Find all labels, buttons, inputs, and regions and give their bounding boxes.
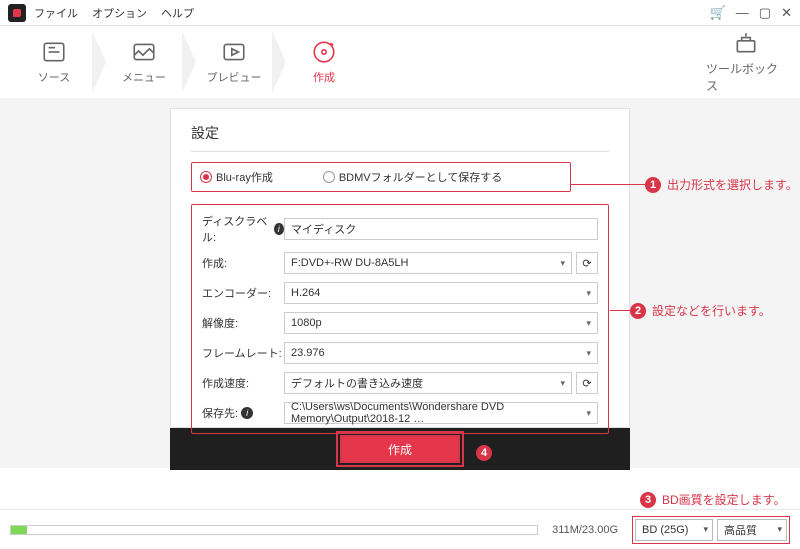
step-nav: ソース メニュー プレビュー 作成 ツールボックス xyxy=(0,26,800,98)
menu-help[interactable]: ヘルプ xyxy=(161,5,194,21)
encoder-select[interactable]: H.264 xyxy=(284,282,598,304)
radio-icon xyxy=(200,171,212,183)
settings-panel: 設定 Blu-ray作成 BDMVフォルダーとして保存する ディスクラベル:i … xyxy=(170,108,630,428)
maximize-button[interactable]: ▢ xyxy=(759,5,771,21)
toolbox-icon xyxy=(733,30,759,56)
settings-group: ディスクラベル:i マイディスク 作成: F:DVD+-RW DU-8A5LH … xyxy=(191,204,609,434)
leader-line xyxy=(610,310,630,311)
play-icon xyxy=(221,39,247,65)
annotation-2: 2 設定などを行います。 xyxy=(630,302,771,319)
quality-select[interactable]: 高品質 xyxy=(717,519,787,541)
annotation-1: 1 出力形式を選択します。 xyxy=(645,176,798,193)
refresh-drive-button[interactable]: ⟳ xyxy=(576,252,598,274)
nav-source[interactable]: ソース xyxy=(14,31,94,93)
source-icon xyxy=(41,39,67,65)
minimize-button[interactable]: — xyxy=(736,5,749,21)
leader-line xyxy=(570,184,645,185)
nav-preview[interactable]: プレビュー xyxy=(194,31,274,93)
speed-label: 作成速度: xyxy=(202,375,284,391)
close-button[interactable]: ✕ xyxy=(781,5,792,21)
menu-file[interactable]: ファイル xyxy=(34,5,78,21)
nav-menu[interactable]: メニュー xyxy=(104,31,184,93)
app-logo xyxy=(8,4,26,22)
menu-option[interactable]: オプション xyxy=(92,5,147,21)
create-button[interactable]: 作成 xyxy=(340,435,460,463)
nav-toolbox[interactable]: ツールボックス xyxy=(706,30,786,94)
saveto-input[interactable]: C:\Users\ws\Documents\Wondershare DVD Me… xyxy=(284,402,598,424)
disc-label-label: ディスクラベル:i xyxy=(202,213,284,245)
framerate-select[interactable]: 23.976 xyxy=(284,342,598,364)
divider xyxy=(191,151,609,152)
create-drive-select[interactable]: F:DVD+-RW DU-8A5LH xyxy=(284,252,572,274)
disc-type-select[interactable]: BD (25G) xyxy=(635,519,713,541)
radio-bluray[interactable]: Blu-ray作成 xyxy=(200,169,273,185)
refresh-speed-button[interactable]: ⟳ xyxy=(576,372,598,394)
output-format-group: Blu-ray作成 BDMVフォルダーとして保存する xyxy=(191,162,571,192)
image-icon xyxy=(131,39,157,65)
framerate-label: フレームレート: xyxy=(202,345,284,361)
footer-bar: 311M/23.00G BD (25G) 高品質 xyxy=(0,509,800,549)
radio-icon xyxy=(323,171,335,183)
resolution-select[interactable]: 1080p xyxy=(284,312,598,334)
cart-icon[interactable]: 🛒 xyxy=(710,5,726,21)
content-area: 設定 Blu-ray作成 BDMVフォルダーとして保存する ディスクラベル:i … xyxy=(0,98,800,468)
quality-group: BD (25G) 高品質 xyxy=(632,516,790,544)
titlebar: ファイル オプション ヘルプ 🛒 — ▢ ✕ xyxy=(0,0,800,26)
encoder-label: エンコーダー: xyxy=(202,285,284,301)
create-drive-label: 作成: xyxy=(202,255,284,271)
disc-label-input[interactable]: マイディスク xyxy=(284,218,598,240)
annotation-4: 4 xyxy=(476,445,492,461)
speed-select[interactable]: デフォルトの書き込み速度 xyxy=(284,372,572,394)
menu-bar: ファイル オプション ヘルプ xyxy=(34,5,194,21)
window-controls: 🛒 — ▢ ✕ xyxy=(710,5,792,21)
radio-bdmv-folder[interactable]: BDMVフォルダーとして保存する xyxy=(323,169,502,185)
saveto-label: 保存先:i xyxy=(202,405,284,421)
settings-title: 設定 xyxy=(191,123,609,143)
annotation-3: 3 BD画質を設定します。 xyxy=(640,491,785,508)
size-text: 311M/23.00G xyxy=(552,524,618,536)
disc-burn-icon xyxy=(311,39,337,65)
nav-create[interactable]: 作成 xyxy=(284,31,364,93)
size-progress xyxy=(10,525,538,535)
info-icon[interactable]: i xyxy=(274,223,284,235)
resolution-label: 解像度: xyxy=(202,315,284,331)
info-icon[interactable]: i xyxy=(241,407,253,419)
